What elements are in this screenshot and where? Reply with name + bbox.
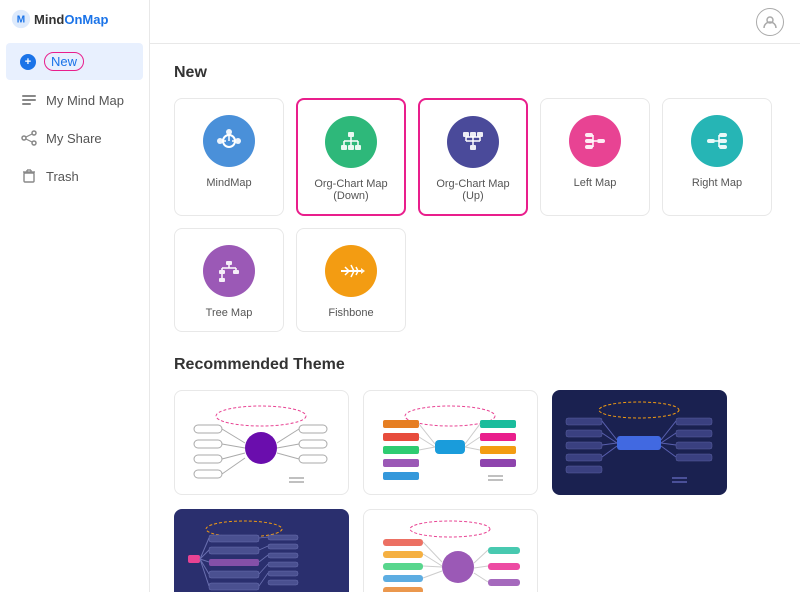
sidebar-item-new[interactable]: + New	[6, 43, 143, 80]
share-icon	[20, 129, 38, 147]
sidebar-item-my-share[interactable]: My Share	[6, 120, 143, 156]
sidebar-item-new-label: New	[44, 52, 84, 71]
new-section-title: New	[174, 64, 776, 82]
content-wrapper: New	[150, 0, 800, 592]
logo-text: MindOnMap	[34, 12, 108, 27]
mindmap-icon	[203, 115, 255, 167]
sidebar-item-trash-label: Trash	[46, 169, 79, 184]
right-map-icon	[691, 115, 743, 167]
left-map-label: Left Map	[574, 177, 617, 189]
new-icon: +	[20, 54, 36, 70]
left-map-icon	[569, 115, 621, 167]
theme-card-4[interactable]	[174, 509, 349, 592]
sidebar: M MindOnMap + New My Mind Map	[0, 0, 150, 592]
org-down-label: Org-Chart Map (Down)	[308, 178, 394, 202]
map-card-right-map[interactable]: Right Map	[662, 98, 772, 216]
fishbone-label: Fishbone	[328, 307, 373, 319]
right-map-label: Right Map	[692, 177, 742, 189]
map-card-left-map[interactable]: Left Map	[540, 98, 650, 216]
tree-map-icon	[203, 245, 255, 297]
map-card-mindmap[interactable]: MindMap	[174, 98, 284, 216]
svg-text:M: M	[17, 15, 25, 26]
main-content: New	[150, 44, 800, 592]
logo: M MindOnMap	[0, 0, 149, 42]
top-bar	[150, 0, 800, 44]
theme-card-3[interactable]	[552, 390, 727, 495]
sidebar-item-my-mind-map-label: My Mind Map	[46, 93, 124, 108]
mindmap-label: MindMap	[206, 177, 251, 189]
theme-grid	[174, 390, 776, 592]
map-card-org-down[interactable]: Org-Chart Map (Down)	[296, 98, 406, 216]
map-card-tree-map[interactable]: Tree Map	[174, 228, 284, 332]
map-cards-grid: MindMap	[174, 98, 776, 332]
theme-card-5[interactable]	[363, 509, 538, 592]
trash-icon	[20, 167, 38, 185]
sidebar-item-trash[interactable]: Trash	[6, 158, 143, 194]
sidebar-item-my-mind-map[interactable]: My Mind Map	[6, 82, 143, 118]
org-down-icon	[325, 116, 377, 168]
org-up-label: Org-Chart Map (Up)	[430, 178, 516, 202]
recommended-title: Recommended Theme	[174, 356, 776, 374]
sidebar-item-my-share-label: My Share	[46, 131, 102, 146]
theme-card-1[interactable]	[174, 390, 349, 495]
map-card-org-up[interactable]: Org-Chart Map (Up)	[418, 98, 528, 216]
org-up-icon	[447, 116, 499, 168]
map-icon	[20, 91, 38, 109]
theme-card-2[interactable]	[363, 390, 538, 495]
tree-map-label: Tree Map	[206, 307, 253, 319]
fishbone-icon	[325, 245, 377, 297]
user-avatar[interactable]	[756, 8, 784, 36]
map-card-fishbone[interactable]: Fishbone	[296, 228, 406, 332]
